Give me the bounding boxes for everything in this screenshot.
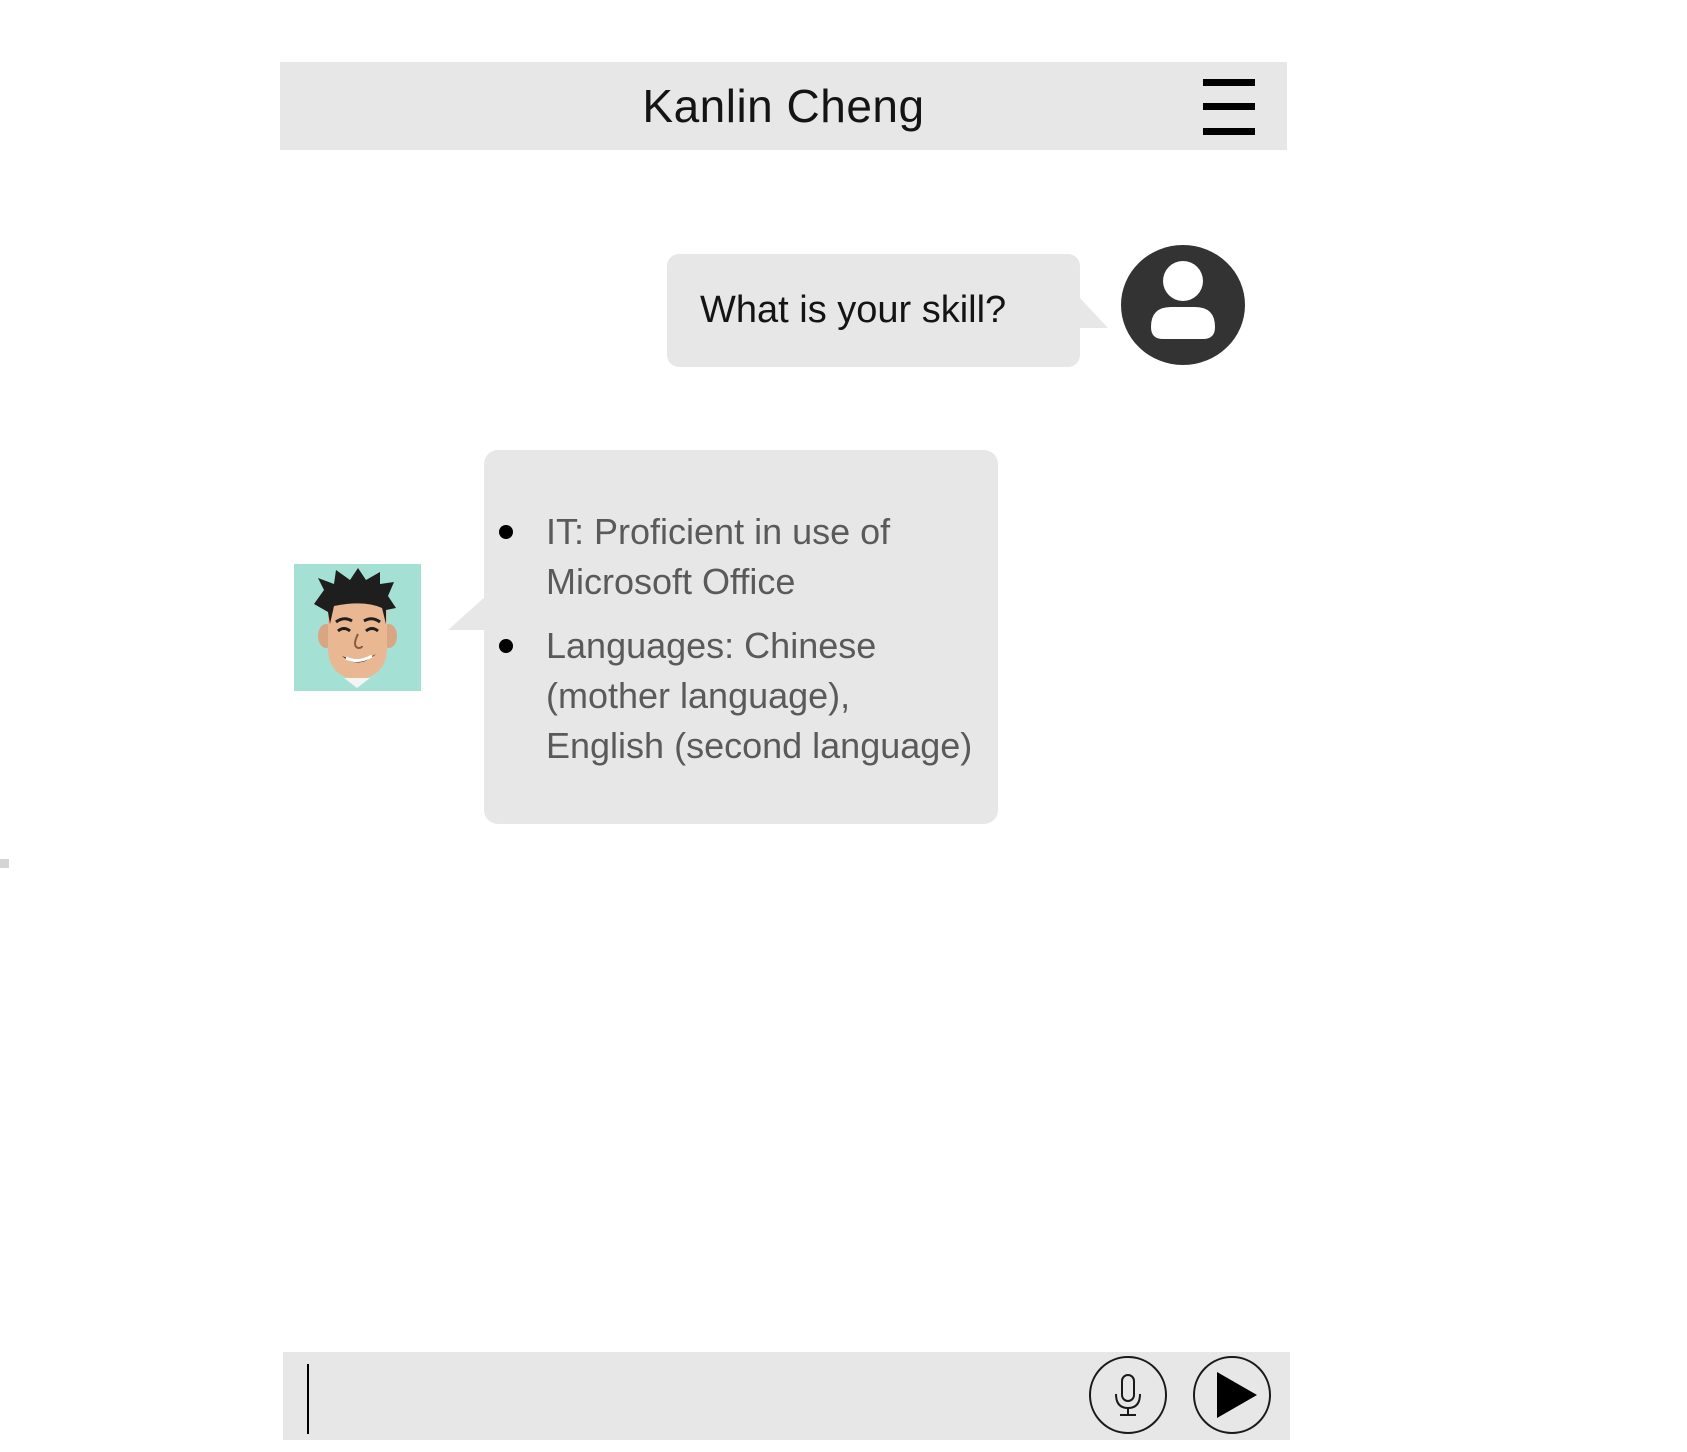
hamburger-menu-icon[interactable] [1203,79,1255,135]
user-message-text: What is your skill? [700,289,1007,331]
list-item-line: IT: Proficient in use of [546,511,891,552]
cartoon-man-avatar [294,564,421,691]
user-message-bubble: What is your skill? [667,254,1080,367]
message-input[interactable] [313,1362,1057,1432]
menu-bar [1203,128,1255,135]
text-cursor [307,1364,309,1434]
mic-button[interactable] [1089,1356,1167,1434]
bot-message-bubble: IT: Proficient in use of Microsoft Offic… [484,450,998,824]
list-item-line: English (second language) [546,725,973,766]
menu-bar [1203,103,1255,110]
bot-bubble-tail [448,596,486,630]
skills-list: IT: Proficient in use of Microsoft Offic… [484,507,972,785]
list-item-line: Languages: Chinese [546,625,877,666]
menu-bar [1203,79,1255,86]
list-item-line: Microsoft Office [546,561,796,602]
user-bubble-tail [1078,296,1108,328]
list-item-line: (mother language), [546,675,851,716]
microphone-icon [1115,1374,1141,1416]
edge-marker [0,859,9,868]
send-button[interactable] [1193,1356,1271,1434]
bullet-icon [499,525,513,539]
list-item: Languages: Chinese (mother language), En… [484,621,972,771]
message-composer [283,1352,1290,1440]
chat-header: Kanlin Cheng [280,62,1287,150]
play-send-icon [1217,1372,1257,1418]
bullet-icon [499,639,513,653]
contact-name: Kanlin Cheng [642,80,925,132]
user-silhouette-icon [1121,245,1245,365]
list-item: IT: Proficient in use of Microsoft Offic… [484,507,972,607]
